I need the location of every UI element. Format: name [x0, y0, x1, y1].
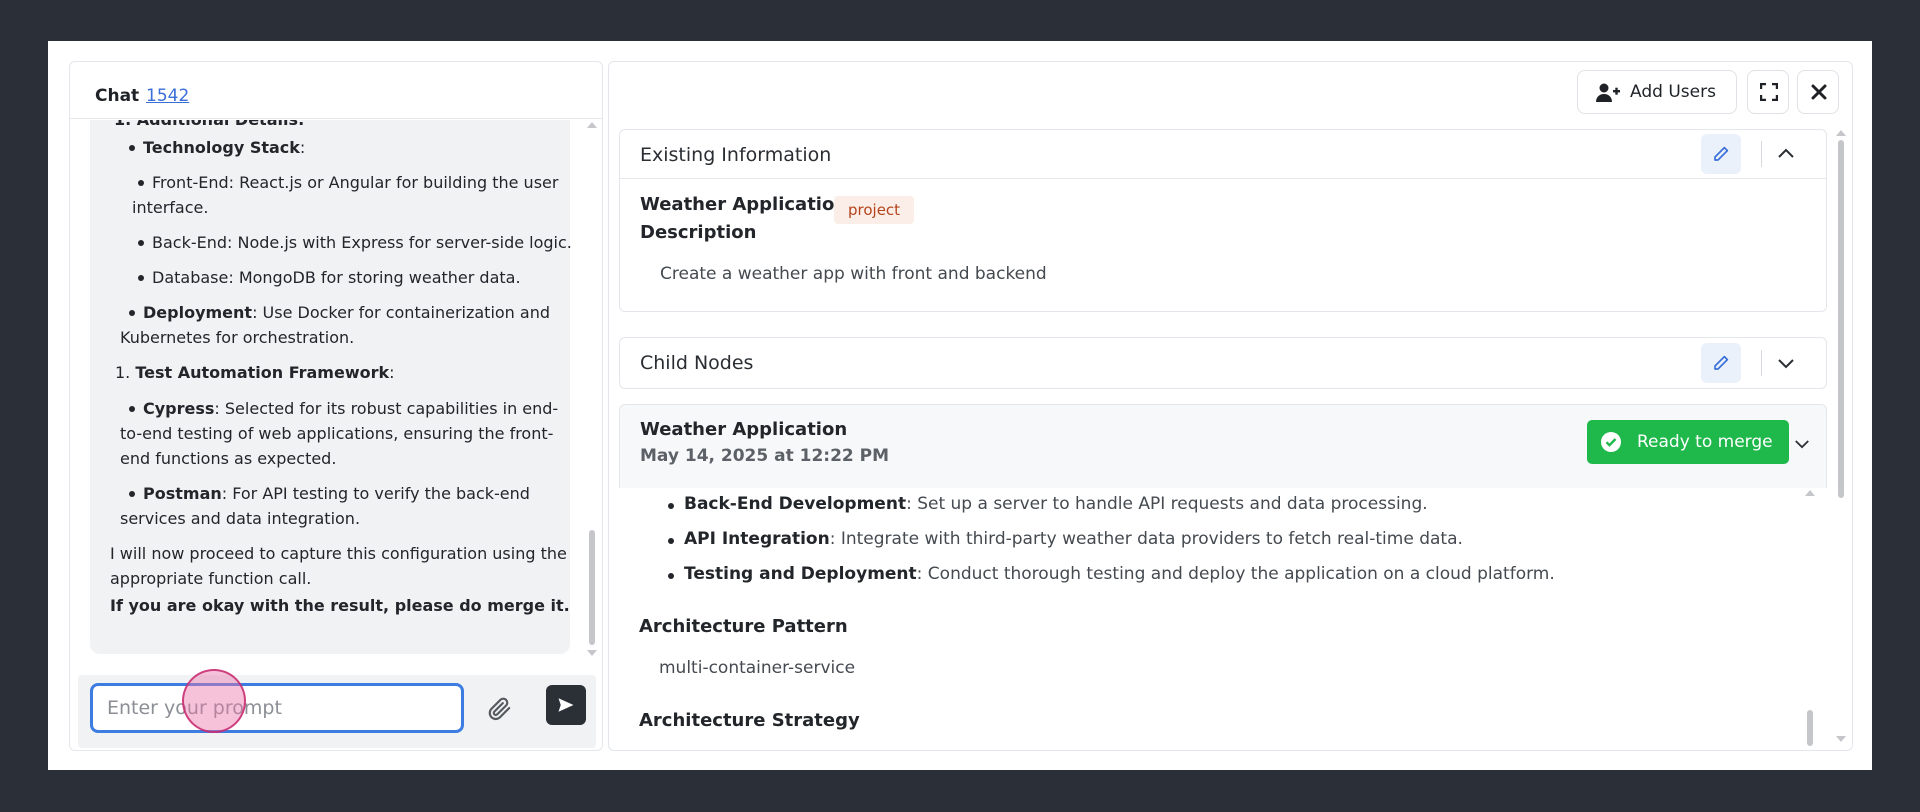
arch-strategy-heading: Architecture Strategy [639, 710, 860, 731]
chat-title: Chat [95, 86, 140, 106]
list-item: Cypress: Selected for its robust capabil… [128, 396, 558, 421]
chevron-down-icon[interactable] [1794, 439, 1810, 450]
paragraph: I will now proceed to capture this confi… [110, 544, 567, 563]
chevron-up-icon[interactable] [1777, 147, 1795, 159]
check-circle-icon [1601, 432, 1621, 452]
list-item-cont: interface. [132, 198, 209, 217]
close-icon [1811, 84, 1827, 100]
node-date: May 14, 2025 at 12:22 PM [640, 446, 890, 466]
ready-to-merge-button[interactable]: Ready to merge [1587, 420, 1789, 464]
detail-scrollbar[interactable] [1836, 128, 1846, 748]
list-item: Database: MongoDB for storing weather da… [138, 265, 521, 290]
list-item-cont: to-end testing of web applications, ensu… [120, 424, 554, 443]
project-tag: project [834, 196, 915, 224]
list-item: Deployment: Use Docker for containerizat… [128, 300, 550, 325]
pencil-icon [1714, 146, 1729, 161]
expand-button[interactable] [1747, 70, 1789, 114]
chat-id-link[interactable]: 1542 [146, 86, 189, 106]
chevron-down-icon[interactable] [1777, 358, 1795, 370]
send-button[interactable] [546, 685, 586, 725]
expand-icon [1760, 83, 1778, 101]
cursor-indicator [182, 669, 246, 733]
node-title: Weather Application [640, 419, 848, 440]
pencil-icon [1714, 355, 1729, 370]
list-item: Testing and Deployment: Conduct thorough… [668, 564, 1555, 584]
child-node-body[interactable]: Back-End Development: Set up a server to… [619, 488, 1827, 748]
child-node-header[interactable]: Weather Application May 14, 2025 at 12:2… [619, 404, 1827, 488]
add-user-icon [1596, 83, 1620, 102]
assistant-message: 1. Additional Details: Technology Stack:… [90, 120, 572, 654]
list-item-cont: services and data integration. [120, 509, 361, 528]
arch-pattern-heading: Architecture Pattern [639, 616, 848, 637]
detail-panel: Add Users Existing Information Weather A… [608, 61, 1853, 751]
paragraph: appropriate function call. [110, 569, 312, 588]
chat-messages[interactable]: 1. Additional Details: Technology Stack:… [70, 120, 602, 660]
send-icon [558, 698, 574, 712]
list-item: API Integration: Integrate with third-pa… [668, 529, 1463, 549]
section-title: Child Nodes [640, 352, 754, 374]
composer [78, 675, 596, 748]
divider [1761, 141, 1762, 167]
list-item: Back-End: Node.js with Express for serve… [138, 230, 572, 255]
close-button[interactable] [1797, 70, 1839, 114]
item-title: Weather Application [640, 194, 848, 215]
divider [1761, 350, 1762, 376]
edit-button[interactable] [1701, 343, 1741, 383]
list-item: Postman: For API testing to verify the b… [129, 481, 530, 506]
node-scrollbar[interactable] [1805, 488, 1815, 748]
arch-pattern-value: multi-container-service [659, 658, 856, 678]
numbered-heading: 1. Test Automation Framework: [115, 363, 395, 382]
child-nodes-card: Child Nodes [619, 337, 1827, 389]
description-heading: Description [640, 222, 757, 243]
cut-heading: 1. Additional Details: [114, 120, 304, 132]
paperclip-icon[interactable] [486, 695, 512, 723]
chat-panel: Chat 1542 1. Additional Details: Technol… [69, 61, 603, 751]
list-item: Back-End Development: Set up a server to… [668, 494, 1428, 514]
list-item: Technology Stack: [128, 135, 305, 160]
edit-button[interactable] [1701, 134, 1741, 174]
add-users-button[interactable]: Add Users [1577, 70, 1737, 114]
detail-toolbar: Add Users [609, 62, 1852, 122]
list-item: Front-End: React.js or Angular for build… [137, 170, 558, 195]
chat-header: Chat 1542 [70, 62, 602, 119]
list-item-cont: Kubernetes for orchestration. [120, 328, 355, 347]
modal: Chat 1542 1. Additional Details: Technol… [48, 41, 1872, 770]
chat-scrollbar[interactable] [587, 120, 597, 660]
section-title: Existing Information [640, 144, 832, 166]
merge-note: If you are okay with the result, please … [110, 596, 570, 615]
list-item-cont: end functions as expected. [120, 449, 337, 468]
description-text: Create a weather app with front and back… [660, 264, 1047, 284]
prompt-input[interactable] [90, 683, 464, 733]
existing-info-card: Existing Information Weather Application… [619, 129, 1827, 312]
